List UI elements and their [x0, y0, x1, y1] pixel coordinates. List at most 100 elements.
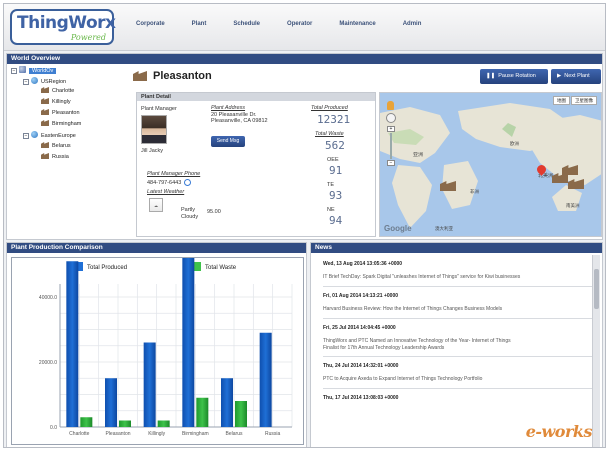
nav-maintenance[interactable]: Maintenance [339, 21, 375, 27]
news-date: Fri, 01 Aug 2014 14:13:21 +0000 [323, 293, 398, 299]
news-date: Thu, 17 Jul 2014 13:08:03 +0000 [323, 395, 399, 401]
news-scrollbar[interactable] [592, 255, 600, 447]
plant-label: Pleasanton [52, 110, 80, 116]
globe-icon [31, 131, 38, 138]
news-headline[interactable]: PTC to Acquire Axeda to Expand Internet … [323, 376, 482, 382]
zoom-out-icon[interactable]: − [387, 160, 395, 166]
news-date: Wed, 13 Aug 2014 13:05:36 +0000 [323, 261, 403, 267]
x-tick-label: Killingly [148, 431, 165, 437]
nav-plant[interactable]: Plant [192, 21, 207, 27]
te-value: 93 [329, 189, 343, 202]
phone-value: 484-797-6443 [147, 179, 191, 186]
collapse-icon[interactable]: − [11, 68, 17, 74]
news-scrollbar-thumb[interactable] [594, 269, 599, 309]
x-tick-label: Belarus [226, 431, 243, 437]
oee-value: 91 [329, 164, 343, 177]
collapse-icon[interactable]: − [23, 79, 29, 85]
bar-total-produced [259, 332, 272, 427]
bar-total-produced [105, 378, 117, 427]
legend-label: Total Produced [87, 265, 127, 271]
bar-total-waste [157, 420, 170, 427]
world-map[interactable]: 地图 卫星图像 + − 亚洲 北美洲 欧洲 非洲 南美洲 澳大利亚 Google [379, 92, 602, 237]
phone-number: 484-797-6443 [147, 180, 182, 186]
news-header: News [311, 243, 602, 253]
factory-icon [41, 98, 49, 104]
address-line2: Pleasanville, CA 09812 [211, 118, 268, 124]
news-divider [323, 356, 593, 357]
tree-plant-killingly[interactable]: Killingly [41, 98, 71, 105]
phone-label: Plant Manager Phone [147, 171, 201, 177]
pause-rotation-button[interactable]: ❚❚ Pause Rotation [480, 69, 548, 84]
weather-label: Latest Weather [147, 189, 185, 195]
map-factory-marker-icon[interactable] [440, 181, 459, 192]
tree-plant-pleasanton[interactable]: Pleasanton [41, 109, 80, 116]
app-window: ThingWorx Powered Corporate Plant Schedu… [3, 3, 606, 448]
thingworx-logo[interactable]: ThingWorx Powered [10, 9, 116, 45]
map-factory-marker-icon[interactable] [568, 179, 587, 190]
tree-root[interactable]: − WorldOv [11, 66, 57, 74]
production-chart: Total Produced Total Waste 0.0 20000.0 40000… [39, 248, 293, 437]
plant-label: Killingly [52, 99, 71, 105]
address-label: Plant Address [211, 105, 246, 111]
factory-icon [41, 109, 49, 115]
tree-plant-birmingham[interactable]: Birmingham [41, 120, 81, 127]
next-plant-button[interactable]: ▶ Next Plant [551, 69, 601, 84]
factory-icon [41, 87, 49, 93]
bar-total-waste [119, 420, 131, 427]
map-zoom-control[interactable]: + − [386, 101, 396, 171]
bar-total-waste [80, 417, 93, 427]
news-divider [323, 286, 593, 287]
news-headline[interactable]: ThingWorx and PTC Named an Innovative Te… [323, 338, 511, 344]
map-label-africa: 非洲 [470, 189, 479, 194]
map-button-map[interactable]: 地图 [553, 96, 570, 105]
weather-desc: Partly Cloudy [181, 207, 199, 220]
factory-icon [133, 71, 147, 81]
news-headline-continued[interactable]: Finalist for 17th Annual Technology Lead… [323, 345, 444, 351]
next-plant-label: Next Plant [564, 73, 590, 79]
map-button-satellite[interactable]: 卫星图像 [571, 96, 597, 105]
te-label: TE [327, 182, 335, 188]
bar-total-produced [221, 378, 233, 427]
plant-label: Belarus [52, 143, 71, 149]
zoom-slider[interactable] [390, 133, 392, 159]
tree-region-easteurope[interactable]: − EastenEurope [23, 131, 76, 139]
map-label-asia: 亚洲 [413, 152, 424, 158]
total-waste-label: Total Waste [315, 131, 344, 137]
map-type-buttons: 地图 卫星图像 [553, 96, 597, 105]
pan-control-icon[interactable] [386, 113, 396, 123]
nav-operator[interactable]: Operator [287, 21, 312, 27]
news-list[interactable]: Wed, 13 Aug 2014 13:05:36 +0000 IT Brief… [315, 255, 593, 447]
tree-region-us[interactable]: − USRegion [23, 77, 66, 85]
zoom-in-icon[interactable]: + [387, 126, 395, 132]
news-headline[interactable]: Harvard Business Review: How the Interne… [323, 306, 502, 312]
x-tick-label: Birmingham [182, 431, 209, 437]
plant-title: Pleasanton [133, 70, 212, 82]
next-icon: ▶ [557, 73, 562, 79]
world-icon [19, 66, 26, 73]
tree-plant-russia[interactable]: Russia [41, 153, 69, 160]
news-divider [323, 388, 593, 389]
nav-schedule[interactable]: Schedule [233, 21, 260, 27]
send-msg-button[interactable]: Send Msg [211, 136, 245, 147]
pegman-icon[interactable] [387, 101, 394, 110]
y-tick-label: 20000.0 [39, 360, 57, 366]
total-produced-value: 12321 [317, 113, 351, 126]
nav-admin[interactable]: Admin [403, 21, 422, 27]
factory-icon [41, 120, 49, 126]
tree-plant-charlotte[interactable]: Charlotte [41, 87, 74, 94]
y-tick-label: 0.0 [50, 425, 57, 431]
nav-corporate[interactable]: Corporate [136, 21, 165, 27]
oee-label: OEE [327, 157, 339, 163]
map-factory-marker-icon[interactable] [562, 165, 581, 176]
map-label-south-america: 南美洲 [566, 203, 580, 208]
map-label-australia: 澳大利亚 [435, 226, 453, 231]
production-comparison-header: Plant Production Comparison [7, 243, 306, 253]
news-headline[interactable]: IT Brief TechDay: Spark Digital "unleash… [323, 274, 520, 280]
phone-icon[interactable] [183, 179, 191, 186]
tree-plant-belarus[interactable]: Belarus [41, 142, 71, 149]
manager-avatar [141, 115, 167, 144]
weather-temp: 95.00 [207, 209, 221, 215]
news-divider [323, 318, 593, 319]
collapse-icon[interactable]: − [23, 133, 29, 139]
region-label: EastenEurope [41, 133, 76, 139]
